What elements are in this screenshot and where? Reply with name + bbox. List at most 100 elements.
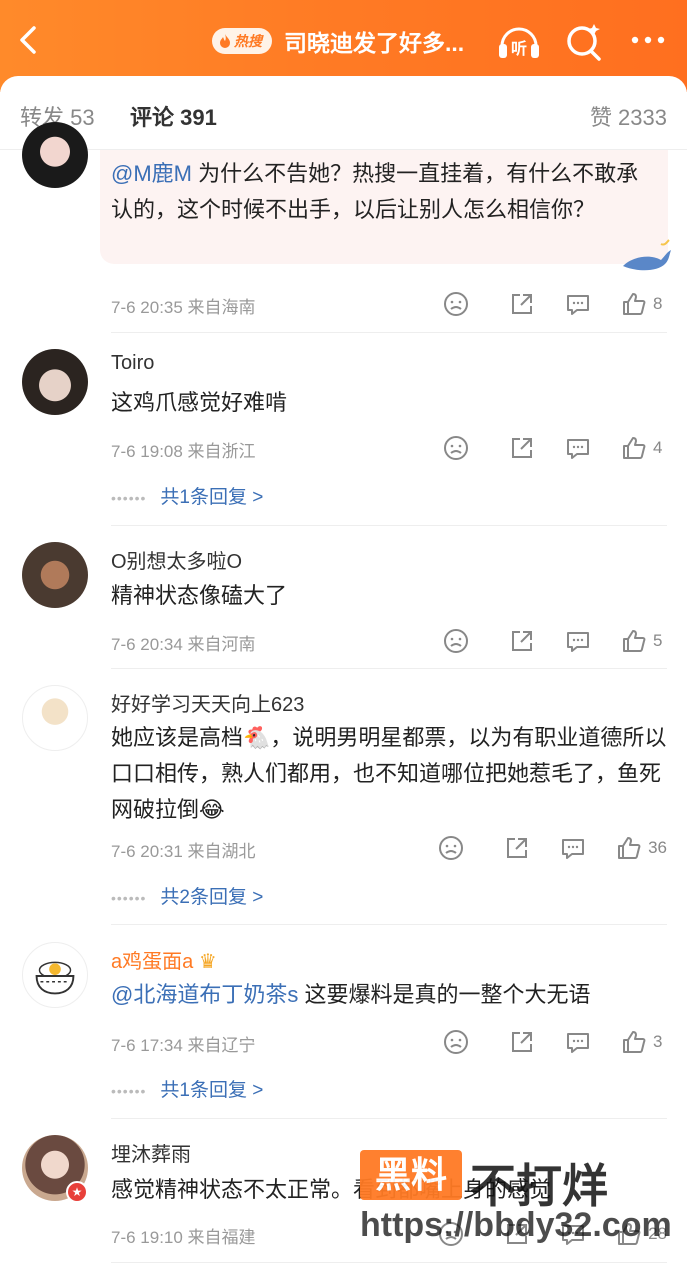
avatar[interactable] xyxy=(22,942,88,1008)
comment-body: 精神状态像磕大了 xyxy=(111,583,288,608)
share-icon xyxy=(512,631,532,651)
dots-icon: •••••• xyxy=(111,890,147,906)
comment-icon xyxy=(567,632,589,652)
sad-face-icon xyxy=(444,629,468,653)
search-icon[interactable] xyxy=(564,20,604,62)
comment-meta: 7-6 20:35 来自海南 xyxy=(111,298,256,317)
more-icon[interactable] xyxy=(628,30,668,50)
thumbs-up-icon xyxy=(623,437,646,459)
svg-text:听: 听 xyxy=(511,39,527,58)
avatar[interactable] xyxy=(22,685,88,751)
avatar[interactable] xyxy=(22,542,88,608)
hot-search-badge[interactable]: 热搜 xyxy=(212,28,272,54)
like-button[interactable]: 8 xyxy=(621,289,667,319)
dislike-button[interactable] xyxy=(443,1027,469,1057)
tab-likes[interactable]: 赞 2333 xyxy=(590,100,667,132)
username[interactable]: Toiro xyxy=(111,352,154,375)
share-button[interactable] xyxy=(504,833,530,863)
comment-icon xyxy=(567,439,589,459)
comment-body: @M鹿M 为什么不告她？热搜一直挂着，有什么不敢承认的，这个时候不出手，以后让别… xyxy=(111,156,656,228)
comment-actions: 4 xyxy=(443,433,667,463)
laughing-emoji-icon: 😂 xyxy=(199,797,225,822)
share-button[interactable] xyxy=(509,626,535,656)
share-button[interactable] xyxy=(509,433,535,463)
sad-face-icon xyxy=(444,436,468,460)
hot-badge-label: 热搜 xyxy=(234,33,262,49)
username[interactable]: 好好学习天天向上623 xyxy=(111,688,304,717)
watermark-url: https://bbdy32.com xyxy=(360,1206,672,1244)
avatar[interactable] xyxy=(22,122,88,188)
chicken-emoji-icon: 🐔 xyxy=(243,725,271,750)
verified-badge-icon: ★ xyxy=(66,1181,88,1203)
view-replies-link[interactable]: •••••• 共1条回复 > xyxy=(111,1075,263,1102)
thumbs-up-icon xyxy=(623,630,646,652)
dislike-button[interactable] xyxy=(443,433,469,463)
comment-text: 她应该是高档 xyxy=(111,725,244,750)
reply-button[interactable] xyxy=(565,433,591,463)
like-button[interactable]: 5 xyxy=(621,626,667,656)
share-icon xyxy=(512,294,532,314)
like-button[interactable]: 36 xyxy=(616,833,667,863)
reply-button[interactable] xyxy=(560,833,586,863)
view-replies-link[interactable]: •••••• 共2条回复 > xyxy=(111,882,263,909)
comment-icon xyxy=(567,1033,589,1053)
listen-icon[interactable]: 听 xyxy=(496,20,542,62)
share-icon xyxy=(512,1032,532,1052)
view-replies-link[interactable]: •••••• 共1条回复 > xyxy=(111,482,263,509)
like-count: 8 xyxy=(653,294,663,313)
dots-icon: •••••• xyxy=(111,490,147,506)
username[interactable]: 埋沐葬雨 xyxy=(111,1138,191,1167)
flame-icon xyxy=(220,34,230,48)
sad-face-icon xyxy=(439,836,464,860)
tab-comments[interactable]: 评论 391 xyxy=(130,100,217,132)
comment-actions: 5 xyxy=(443,626,667,656)
comment-meta: 7-6 19:08 来自浙江 xyxy=(111,442,256,461)
tab-bar: 转发 53 评论 391 赞 2333 xyxy=(0,76,687,150)
dislike-button[interactable] xyxy=(443,289,469,319)
like-count: 36 xyxy=(648,838,667,857)
dislike-button[interactable] xyxy=(438,833,464,863)
divider xyxy=(111,1118,667,1119)
comment-meta: 7-6 19:10 来自福建 xyxy=(111,1228,256,1247)
thumbs-up-icon xyxy=(623,1031,646,1053)
comment-meta: 7-6 20:31 来自湖北 xyxy=(111,842,256,861)
comment-actions: 3 xyxy=(443,1027,667,1057)
mention-link[interactable]: @北海道布丁奶茶s xyxy=(111,982,298,1007)
whale-sticker-icon xyxy=(623,239,671,271)
egg-bowl-icon xyxy=(35,961,75,995)
replies-count: 共1条回复 > xyxy=(160,487,264,508)
like-button[interactable]: 4 xyxy=(621,433,667,463)
comment-actions: 36 xyxy=(438,833,667,863)
watermark: 黑料 不打烊 https://bbdy32.com xyxy=(360,1150,680,1250)
divider xyxy=(111,668,667,669)
like-button[interactable]: 3 xyxy=(621,1027,667,1057)
mention-link[interactable]: @M鹿M xyxy=(111,161,192,186)
share-button[interactable] xyxy=(509,1027,535,1057)
share-button[interactable] xyxy=(509,289,535,319)
divider xyxy=(111,525,667,526)
sad-face-icon xyxy=(444,292,468,316)
comment-body: @北海道布丁奶茶s 这要爆料是真的一整个大无语 xyxy=(111,977,667,1013)
divider xyxy=(111,924,667,925)
back-icon[interactable] xyxy=(14,20,44,60)
reply-button[interactable] xyxy=(565,1027,591,1057)
share-icon xyxy=(507,838,528,858)
comment-body: 她应该是高档🐔，说明男明星都票，以为有职业道德所以口口相传，熟人们都用，也不知道… xyxy=(111,720,667,828)
reply-button[interactable] xyxy=(565,289,591,319)
avatar[interactable] xyxy=(22,349,88,415)
comment-meta: 7-6 20:34 来自河南 xyxy=(111,635,256,654)
comment-actions: 8 xyxy=(443,289,667,319)
comment-text: 这要爆料是真的一整个大无语 xyxy=(298,982,591,1007)
sad-face-icon xyxy=(444,1030,468,1054)
comment-icon xyxy=(562,839,585,859)
username[interactable]: O别想太多啦O xyxy=(111,545,242,574)
like-count: 4 xyxy=(653,438,663,457)
divider xyxy=(111,332,667,333)
watermark-box: 黑料 xyxy=(360,1150,462,1200)
username[interactable]: a鸡蛋面a ♛ xyxy=(111,945,217,974)
dislike-button[interactable] xyxy=(443,626,469,656)
reply-button[interactable] xyxy=(565,626,591,656)
share-icon xyxy=(512,438,532,458)
crown-badge-icon: ♛ xyxy=(198,951,217,973)
topic-title[interactable]: 司晓迪发了好多... xyxy=(284,24,484,58)
